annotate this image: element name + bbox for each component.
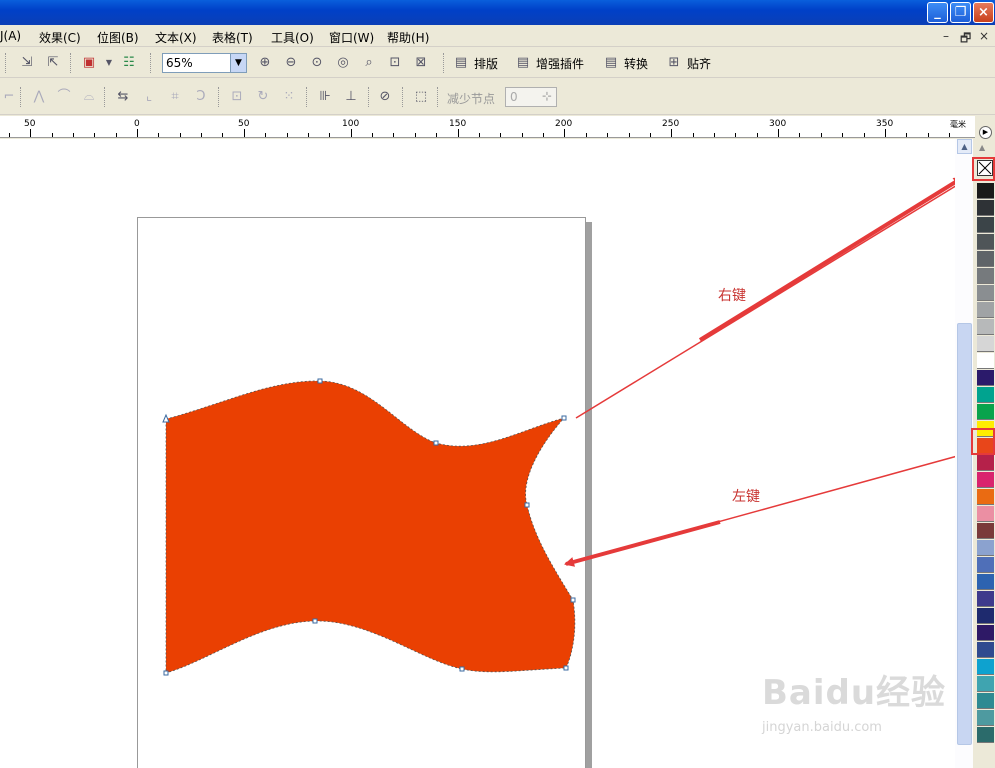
palette-swatch[interactable] [977,659,994,675]
node[interactable] [563,665,569,671]
palette-swatch[interactable] [977,183,994,199]
node[interactable] [317,378,323,384]
palette-swatch[interactable] [977,523,994,539]
palette-swatch[interactable] [977,625,994,641]
node[interactable] [561,415,567,421]
palette-swatch[interactable] [977,336,994,352]
palette-swatch[interactable] [977,540,994,556]
palette-swatch[interactable] [977,404,994,420]
right-click-arrow-line [575,175,973,419]
left-click-annotation: 左键 [732,489,760,505]
right-click-arrow [698,176,964,342]
palette-swatch[interactable] [977,251,994,267]
palette-swatch[interactable] [977,387,994,403]
palette-swatch[interactable] [977,506,994,522]
palette-swatch[interactable] [977,268,994,284]
node[interactable] [163,670,169,676]
no-fill-highlight [972,157,995,181]
node[interactable] [312,618,318,624]
palette-swatch[interactable] [977,727,994,743]
palette-swatch[interactable] [977,489,994,505]
palette-swatch[interactable] [977,285,994,301]
right-click-annotation: 右键 [718,288,746,304]
scroll-up-icon[interactable]: ▲ [957,139,972,154]
left-click-arrow [564,520,721,567]
flag-shape[interactable] [165,380,576,674]
palette-swatch[interactable] [977,455,994,471]
palette-swatch[interactable] [977,642,994,658]
node[interactable] [433,440,439,446]
orange-swatch-highlight [971,428,995,455]
palette-swatch[interactable] [977,557,994,573]
palette-swatch[interactable] [977,234,994,250]
node[interactable] [524,502,530,508]
node[interactable] [570,597,576,603]
palette-swatch[interactable] [977,319,994,335]
palette-swatch[interactable] [977,693,994,709]
palette-swatch[interactable] [977,370,994,386]
palette-swatch[interactable] [977,591,994,607]
node[interactable] [459,666,465,672]
palette-swatch[interactable] [977,200,994,216]
palette-swatch[interactable] [977,574,994,590]
palette-swatch[interactable] [977,217,994,233]
palette-swatch[interactable] [977,710,994,726]
palette-swatch[interactable] [977,353,994,369]
palette-swatch[interactable] [977,608,994,624]
palette-scroll-up-icon[interactable]: ▲ [979,143,985,152]
baidu-watermark-url: jingyan.baidu.com [762,720,882,735]
baidu-watermark: Baidu经验 [762,673,947,713]
scrollbar-thumb[interactable] [957,323,972,745]
palette-swatch[interactable] [977,676,994,692]
palette-swatch[interactable] [977,302,994,318]
coreldraw-window: _ ❐ × – 🗗 × J(A) 效果(C) 位图(B) 文本(X) 表格(T) 工具(O… [0,0,995,768]
palette-swatch[interactable] [977,472,994,488]
canvas-overlay [162,175,973,676]
